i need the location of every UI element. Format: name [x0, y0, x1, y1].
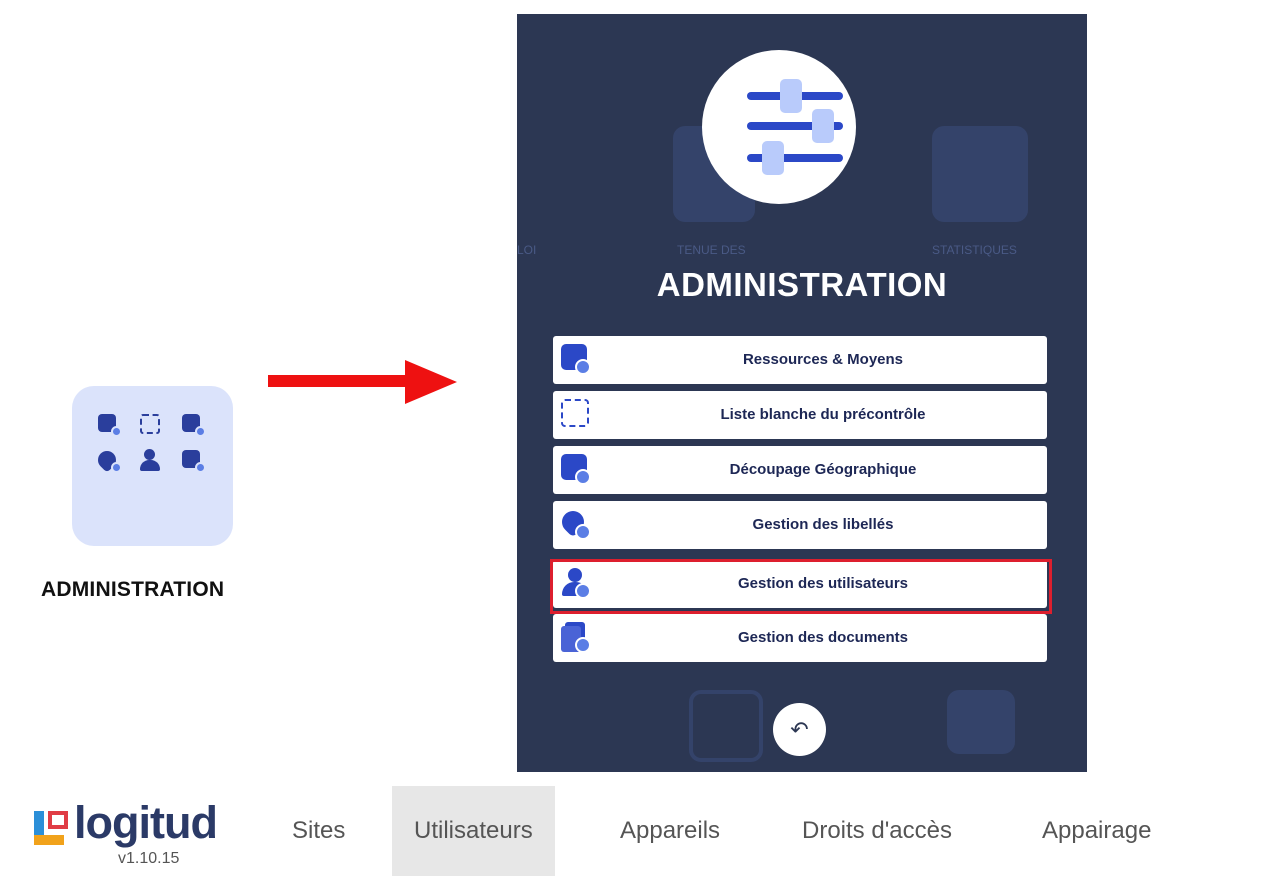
administration-panel: LOI TENUE DES STATISTIQUES ADMINISTRATIO… — [517, 14, 1087, 772]
documents-icon — [561, 622, 593, 654]
arrow-shaft — [268, 375, 408, 387]
background-label: LOI — [517, 243, 537, 257]
whitelist-icon — [138, 412, 166, 438]
tag-icon — [557, 506, 593, 541]
logo-text: logitud — [74, 797, 218, 848]
background-tile — [947, 690, 1015, 754]
map-icon — [561, 454, 593, 486]
tab-utilisateurs[interactable]: Utilisateurs — [392, 786, 555, 876]
highlight-box — [550, 559, 1052, 614]
arrow-head — [405, 360, 457, 404]
back-button[interactable]: ↶ — [773, 703, 826, 756]
tile-icon-grid — [94, 412, 208, 474]
menu-item-gestion-libelles[interactable]: Gestion des libellés — [553, 501, 1047, 549]
background-label: TENUE DES — [677, 243, 746, 257]
background-tile — [689, 690, 763, 762]
logo-icon — [34, 811, 68, 845]
tag-icon — [94, 447, 124, 474]
tab-appareils[interactable]: Appareils — [598, 786, 742, 876]
background-label: STATISTIQUES — [932, 243, 1017, 257]
background-tile — [932, 126, 1028, 222]
top-navigation-bar: logitud v1.10.15 Sites Utilisateurs Appa… — [0, 786, 1273, 876]
tab-sites[interactable]: Sites — [270, 786, 367, 876]
menu-item-label: Ressources & Moyens — [742, 351, 904, 368]
menu-item-decoupage-geographique[interactable]: Découpage Géographique — [553, 446, 1047, 494]
resources-icon — [561, 344, 593, 376]
sliders-icon — [702, 50, 856, 204]
menu-item-gestion-documents[interactable]: Gestion des documents — [553, 614, 1047, 662]
tab-appairage[interactable]: Appairage — [1020, 786, 1173, 876]
menu-item-label: Découpage Géographique — [729, 461, 917, 478]
whitelist-icon — [561, 399, 593, 431]
menu-item-ressources-moyens[interactable]: Ressources & Moyens — [553, 336, 1047, 384]
tab-droits-acces[interactable]: Droits d'accès — [780, 786, 974, 876]
user-icon — [138, 448, 166, 474]
menu-item-label: Gestion des documents — [737, 629, 909, 646]
version-label: v1.10.15 — [118, 850, 180, 867]
tile-label: ADMINISTRATION — [41, 578, 225, 601]
panel-title: ADMINISTRATION — [656, 266, 948, 303]
administration-tile[interactable] — [72, 386, 233, 546]
map-icon — [180, 412, 208, 438]
menu-item-label: Liste blanche du précontrôle — [720, 406, 926, 423]
resources-icon — [96, 412, 124, 438]
menu-item-label: Gestion des libellés — [752, 516, 894, 533]
menu-item-liste-blanche[interactable]: Liste blanche du précontrôle — [553, 391, 1047, 439]
documents-icon — [180, 448, 208, 474]
